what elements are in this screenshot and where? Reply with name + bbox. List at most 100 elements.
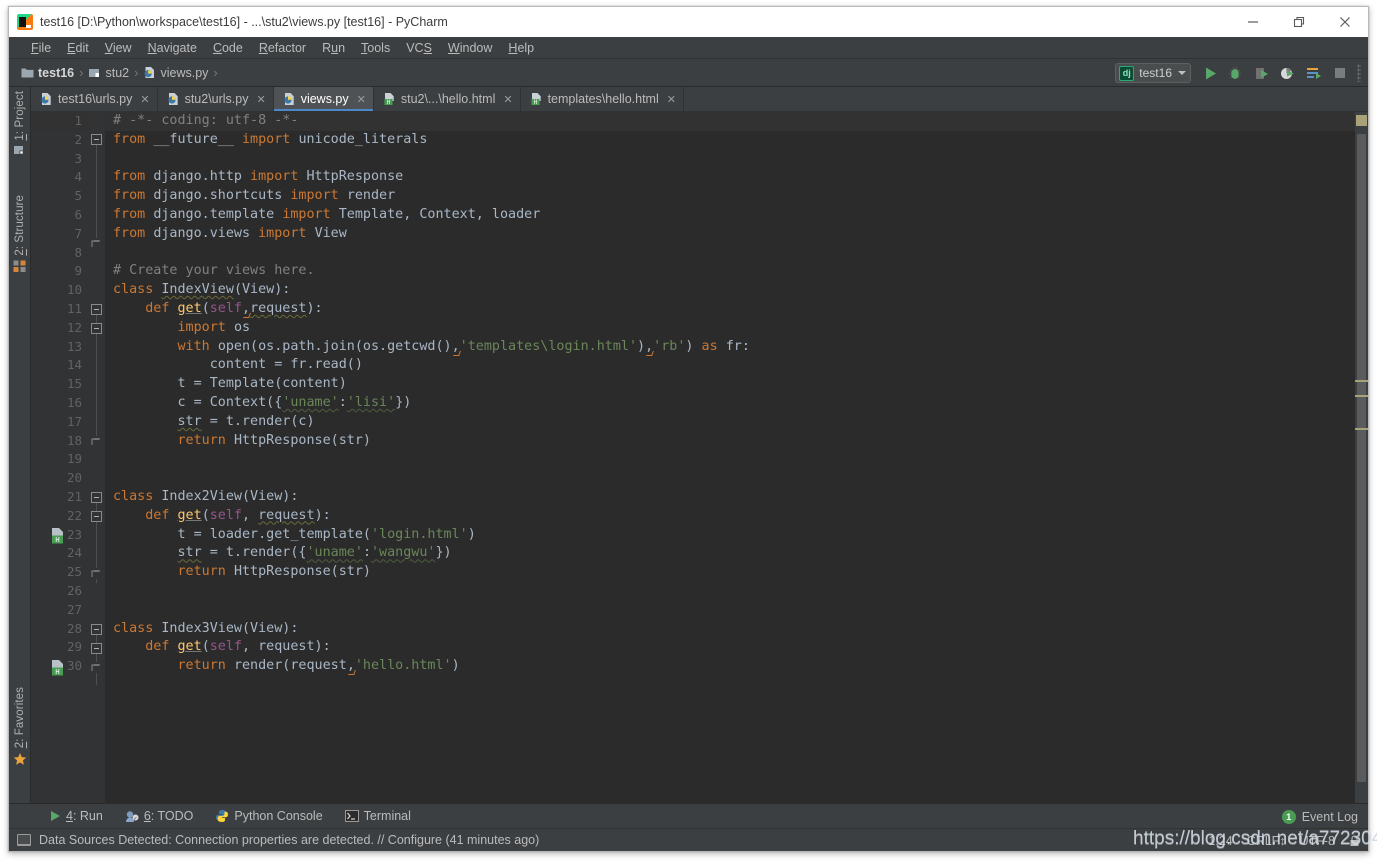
menu-vcs[interactable]: VCS [398,37,440,59]
svg-text:H: H [387,99,391,106]
code-line-23: t = loader.get_template('login.html') [113,526,476,542]
menu-run[interactable]: Run [314,37,353,59]
menu-tools[interactable]: Tools [353,37,398,59]
line-number: 25 [66,564,82,580]
inspection-status-indicator[interactable] [1356,115,1367,126]
tab-label: stu2\urls.py [184,92,249,106]
sidebar-item-favorites[interactable]: 2: Favorites [9,687,31,771]
window-controls [1230,7,1368,37]
code-line-30: return render(request,'hello.html') [177,658,460,674]
chevron-down-icon[interactable] [1178,71,1186,75]
fold-toggle-line-11[interactable] [91,323,102,334]
line-number: 10 [66,282,82,298]
restore-icon[interactable] [1276,7,1322,37]
debug-button[interactable] [1224,61,1248,85]
close-icon[interactable]: ✕ [256,93,265,106]
fold-end-line-7[interactable] [91,238,102,249]
fold-end-line-30[interactable] [91,662,102,673]
fold-toggle-line-10[interactable] [91,304,102,315]
breadcrumb-item-file[interactable]: views.py [160,66,208,80]
svg-text:✓: ✓ [133,816,137,822]
tool-button-todo[interactable]: ✓ 6: TODO [125,809,193,823]
breadcrumb-item-project[interactable]: test16 [38,66,74,80]
tab-label: views.py [300,92,349,106]
menu-window[interactable]: Window [440,37,500,59]
run-coverage-button[interactable] [1250,61,1274,85]
tab-templates-hello-html[interactable]: H templates\hello.html ✕ [521,87,684,111]
code-line-25: return HttpResponse(str) [177,564,372,580]
fold-toggle-line-21[interactable] [91,492,102,503]
menu-file[interactable]: File [23,37,59,59]
tool-button-terminal[interactable]: Terminal [344,809,411,823]
sidebar-item-project[interactable]: 1: Project [9,91,31,163]
main-body: 1: Project 2: Structure 2: Favorites tes… [9,87,1368,803]
terminal-icon [344,810,359,822]
minimize-icon[interactable] [1230,7,1276,37]
line-separator[interactable]: CRLF↕ [1247,834,1286,848]
code-line-7: from django.views import View [113,225,347,241]
lock-icon[interactable] [1349,834,1360,847]
sidebar-label-favorites: : Favorites [14,687,26,742]
line-number: 16 [66,394,82,410]
fold-end-line-25[interactable] [91,568,102,579]
menu-edit[interactable]: Edit [59,37,97,59]
breadcrumb-item-module[interactable]: stu2 [105,66,129,80]
tab-stu2-hello-html[interactable]: H stu2\...\hello.html ✕ [374,87,521,111]
tab-test16-urls-py[interactable]: test16\urls.py ✕ [31,87,158,111]
stop-button[interactable] [1328,61,1352,85]
line-number: 22 [66,507,82,523]
profile-button[interactable] [1276,61,1300,85]
menu-view[interactable]: View [97,37,140,59]
close-icon[interactable]: ✕ [140,93,149,106]
scrollbar-marker[interactable] [1355,428,1368,430]
code-line-10: class IndexView(View): [113,282,291,298]
notification-icon[interactable] [17,834,31,846]
menu-file-rest: ile [38,40,52,55]
close-icon[interactable]: ✕ [667,93,676,106]
fold-toggle-line-2[interactable] [91,134,102,145]
run-icon [49,810,61,822]
scrollbar-marker[interactable] [1355,380,1368,382]
line-number: 7 [74,225,82,241]
fold-toggle-line-22[interactable] [91,511,102,522]
close-icon[interactable]: ✕ [357,93,366,106]
code-editor[interactable]: 1 2 3 4 5 6 7 8 9 10 11 12 13 14 15 16 1… [31,112,1368,803]
window-title: test16 [D:\Python\workspace\test16] - ..… [40,15,448,29]
tool-button-terminal-label: Terminal [363,809,411,823]
status-bar: Data Sources Detected: Connection proper… [9,828,1368,851]
tab-stu2-urls-py[interactable]: stu2\urls.py ✕ [158,87,274,111]
tab-views-py[interactable]: views.py ✕ [273,87,374,111]
close-icon[interactable]: ✕ [503,93,512,106]
menu-code[interactable]: Code [205,37,251,59]
fold-toggle-line-28[interactable] [91,624,102,635]
sidebar-item-structure[interactable]: 2: Structure [9,195,31,278]
event-log-button[interactable]: 1 Event Log [1281,804,1358,829]
scrollbar-marker[interactable] [1355,395,1368,397]
caret-position[interactable]: 1:24 [1208,834,1232,848]
tool-button-run[interactable]: 4: Run [49,809,103,823]
star-icon [13,752,27,771]
gutter-marker-html-line-23[interactable]: H [51,528,66,547]
gutter-marker-html-line-30[interactable]: H [51,660,66,679]
menu-refactor[interactable]: Refactor [251,37,314,59]
run-button[interactable] [1198,61,1222,85]
file-encoding[interactable]: UTF-8 [1300,834,1335,848]
django-badge: dj [1119,65,1135,81]
close-icon[interactable] [1322,7,1368,37]
code-line-12: import os [177,319,251,335]
editor-scrollbar[interactable] [1355,112,1368,803]
run-config-list-button[interactable] [1302,61,1326,85]
run-configuration-selector[interactable]: dj test16 [1115,63,1191,83]
html-file-icon: H [383,92,396,106]
line-number: 27 [66,601,82,617]
tool-button-python-console[interactable]: Python Console [215,809,323,823]
scrollbar-thumb[interactable] [1357,134,1366,782]
status-message[interactable]: Data Sources Detected: Connection proper… [39,833,539,847]
fold-end-line-18[interactable] [91,436,102,447]
menu-navigate[interactable]: Navigate [140,37,205,59]
code-text[interactable]: # -*- coding: utf-8 -*- from __future__ … [105,112,1355,803]
menu-help[interactable]: Help [500,37,542,59]
fold-toggle-line-29[interactable] [91,643,102,654]
